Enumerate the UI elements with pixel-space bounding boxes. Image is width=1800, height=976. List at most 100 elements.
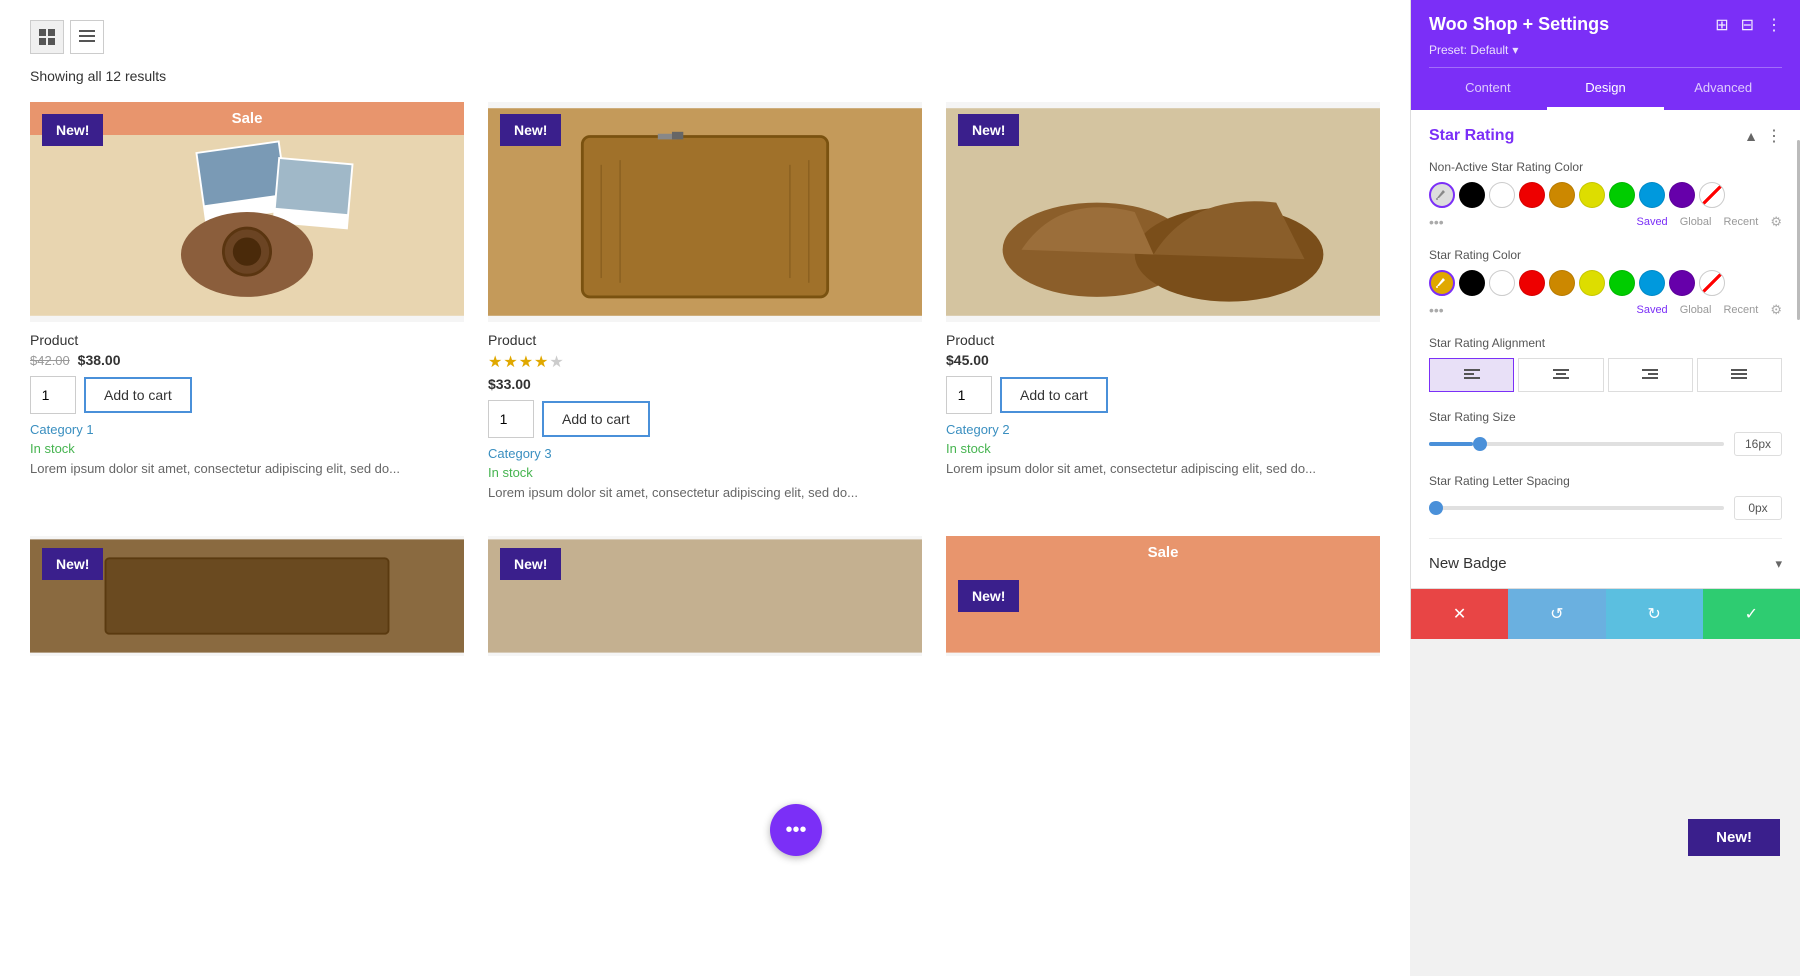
product-image-4: New! <box>30 536 464 656</box>
add-to-cart-btn-2[interactable]: Add to cart <box>542 401 650 437</box>
star-2: ★ <box>503 352 517 372</box>
product-price-1: $42.00 $38.00 <box>30 352 464 368</box>
product-card-6: Sale New! <box>946 536 1380 656</box>
product-name-2: Product <box>488 332 922 348</box>
settings-snap-icon[interactable]: ⊞ <box>1715 15 1728 35</box>
qty-input-2[interactable] <box>488 400 534 438</box>
saved-tab-1[interactable]: Saved <box>1636 216 1667 228</box>
non-active-star-label: Non-Active Star Rating Color <box>1429 160 1782 174</box>
shop-panel: Showing all 12 results Sale New! <box>0 0 1410 976</box>
section-more-btn[interactable]: ⋮ <box>1766 126 1782 146</box>
products-grid: Sale New! Product $42.0 <box>30 102 1380 656</box>
product-desc-2: Lorem ipsum dolor sit amet, consectetur … <box>488 484 922 502</box>
confirm-btn[interactable]: ✓ <box>1703 589 1800 639</box>
color-yellow-1[interactable] <box>1579 182 1605 208</box>
color-transparent-2[interactable] <box>1699 270 1725 296</box>
non-active-color-picker[interactable] <box>1429 182 1455 208</box>
color-settings-icon-1[interactable]: ⚙ <box>1770 214 1782 230</box>
star-size-label: Star Rating Size <box>1429 410 1782 424</box>
color-white-1[interactable] <box>1489 182 1515 208</box>
undo-btn[interactable]: ↺ <box>1508 589 1605 639</box>
color-green-1[interactable] <box>1609 182 1635 208</box>
results-count: Showing all 12 results <box>30 68 1380 84</box>
settings-grid-icon[interactable]: ⊟ <box>1741 15 1754 35</box>
align-right-icon <box>1642 368 1658 382</box>
global-tab-1[interactable]: Global <box>1680 216 1712 228</box>
star-size-slider-thumb[interactable] <box>1473 437 1487 451</box>
color-purple-1[interactable] <box>1669 182 1695 208</box>
product-image-5: New! <box>488 536 922 656</box>
sale-banner-6: Sale <box>946 536 1380 569</box>
new-badge-4: New! <box>42 548 103 580</box>
settings-title-row: Woo Shop + Settings ⊞ ⊟ ⋮ <box>1429 14 1782 35</box>
floating-menu-btn[interactable]: ••• <box>770 804 822 856</box>
product-image-2: New! <box>488 102 922 322</box>
color-transparent-1[interactable] <box>1699 182 1725 208</box>
product-name-1: Product <box>30 332 464 348</box>
product-card-4: New! <box>30 536 464 656</box>
global-tab-2[interactable]: Global <box>1680 304 1712 316</box>
add-to-cart-btn-3[interactable]: Add to cart <box>1000 377 1108 413</box>
product-info-2: Product ★ ★ ★ ★ ★ $33.00 Add to cart Cat… <box>488 322 922 512</box>
section-collapse-btn[interactable]: ▲ <box>1744 128 1758 144</box>
new-badge-1: New! <box>42 114 103 146</box>
cancel-btn[interactable]: ✕ <box>1411 589 1508 639</box>
settings-tabs: Content Design Advanced <box>1429 67 1782 110</box>
star-size-slider-track[interactable] <box>1429 442 1724 446</box>
color-red-2[interactable] <box>1519 270 1545 296</box>
recent-tab-1[interactable]: Recent <box>1723 216 1758 228</box>
tab-content[interactable]: Content <box>1429 68 1547 110</box>
tab-advanced[interactable]: Advanced <box>1664 68 1782 110</box>
color-orange-1[interactable] <box>1549 182 1575 208</box>
redo-btn[interactable]: ↻ <box>1606 589 1703 639</box>
product-card-5: New! <box>488 536 922 656</box>
settings-more-icon[interactable]: ⋮ <box>1766 15 1782 35</box>
new-price-1: $38.00 <box>78 352 121 368</box>
qty-input-1[interactable] <box>30 376 76 414</box>
color-black-2[interactable] <box>1459 270 1485 296</box>
color-blue-1[interactable] <box>1639 182 1665 208</box>
align-justify-btn[interactable] <box>1697 358 1782 392</box>
star-size-value[interactable]: 16px <box>1734 432 1782 456</box>
grid-view-btn[interactable] <box>30 20 64 54</box>
qty-input-3[interactable] <box>946 376 992 414</box>
list-view-btn[interactable] <box>70 20 104 54</box>
category-1[interactable]: Category 1 <box>30 422 464 437</box>
align-left-btn[interactable] <box>1429 358 1514 392</box>
star-spacing-slider-track[interactable] <box>1429 506 1724 510</box>
color-green-2[interactable] <box>1609 270 1635 296</box>
new-badge-2: New! <box>500 114 561 146</box>
star-spacing-slider-thumb[interactable] <box>1429 501 1443 515</box>
star-size-field: Star Rating Size 16px <box>1429 410 1782 456</box>
pencil-icon-1 <box>1436 189 1448 201</box>
new-badge-header[interactable]: New Badge ▾ <box>1429 555 1782 572</box>
color-red-1[interactable] <box>1519 182 1545 208</box>
product-info-1: Product $42.00 $38.00 Add to cart Catego… <box>30 322 464 488</box>
color-dots-1[interactable]: ••• <box>1429 214 1444 230</box>
category-3[interactable]: Category 2 <box>946 422 1380 437</box>
settings-title-icons: ⊞ ⊟ ⋮ <box>1715 15 1782 35</box>
color-white-2[interactable] <box>1489 270 1515 296</box>
tab-design[interactable]: Design <box>1547 68 1665 110</box>
color-settings-icon-2[interactable]: ⚙ <box>1770 302 1782 318</box>
color-blue-2[interactable] <box>1639 270 1665 296</box>
star-5: ★ <box>549 352 563 372</box>
grid-icon <box>39 29 55 45</box>
color-dots-2[interactable]: ••• <box>1429 302 1444 318</box>
saved-tab-2[interactable]: Saved <box>1636 304 1667 316</box>
add-to-cart-btn-1[interactable]: Add to cart <box>84 377 192 413</box>
category-2[interactable]: Category 3 <box>488 446 922 461</box>
star-color-picker[interactable] <box>1429 270 1455 296</box>
color-yellow-2[interactable] <box>1579 270 1605 296</box>
align-right-btn[interactable] <box>1608 358 1693 392</box>
star-spacing-value[interactable]: 0px <box>1734 496 1782 520</box>
add-to-cart-row-3: Add to cart <box>946 376 1380 414</box>
align-center-btn[interactable] <box>1518 358 1603 392</box>
color-black-1[interactable] <box>1459 182 1485 208</box>
preset-row[interactable]: Preset: Default ▾ <box>1429 43 1782 57</box>
star-4: ★ <box>534 352 548 372</box>
star-size-slider-fill <box>1429 442 1473 446</box>
recent-tab-2[interactable]: Recent <box>1723 304 1758 316</box>
color-orange-2[interactable] <box>1549 270 1575 296</box>
color-purple-2[interactable] <box>1669 270 1695 296</box>
